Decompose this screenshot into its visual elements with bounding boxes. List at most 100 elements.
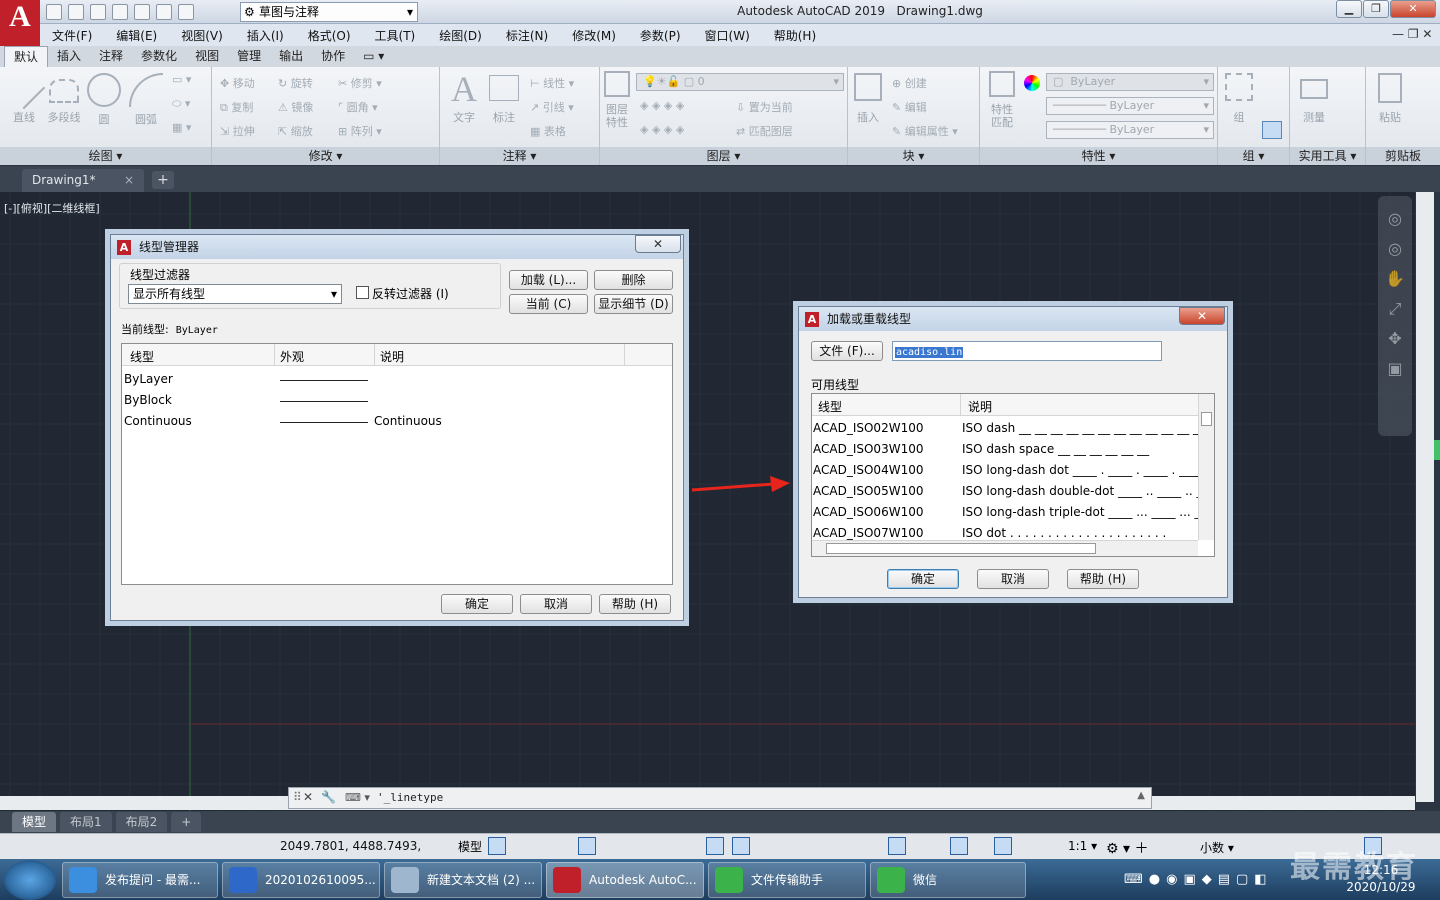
load-button[interactable]: 加载 (L)...	[509, 270, 588, 290]
open-file-icon[interactable]	[68, 4, 84, 20]
text-button[interactable]: A 文字	[446, 69, 482, 125]
panel-clipboard-title[interactable]: 剪贴板	[1366, 147, 1440, 165]
measure-button[interactable]: 测量	[1294, 73, 1334, 125]
annotation-scale[interactable]: 1:1 ▾	[1068, 839, 1097, 853]
polyline-button[interactable]: 多段线	[44, 73, 84, 125]
menu-file[interactable]: 文件(F)	[40, 27, 104, 44]
arc-button[interactable]: 圆弧	[126, 73, 166, 127]
delete-button[interactable]: 删除	[594, 270, 673, 290]
move-button[interactable]: ✥ 移动	[220, 75, 255, 91]
trim-button[interactable]: ✂ 修剪 ▾	[338, 75, 382, 91]
color-wheel-icon[interactable]	[1024, 75, 1040, 91]
panel-utilities-title[interactable]: 实用工具 ▾	[1290, 147, 1365, 165]
osnap-icon[interactable]	[732, 837, 750, 855]
taskbar-item-wechat[interactable]: 微信	[870, 862, 1026, 898]
rotate-button[interactable]: ↻ 旋转	[278, 75, 313, 91]
help-button[interactable]: 帮助 (H)	[1067, 569, 1139, 589]
ribbon-options-toggle[interactable]: ▭ ▾	[354, 46, 393, 67]
group-select-icon[interactable]	[1262, 121, 1282, 139]
layer-tools-icons[interactable]: ◈ ◈ ◈ ◈	[640, 99, 684, 112]
command-line[interactable]: ⠿ ✕ 🔧 ⌨ ▾ '_linetype ▲	[288, 787, 1152, 809]
menu-draw[interactable]: 绘图(D)	[427, 27, 494, 44]
navigation-bar[interactable]: ◎ ◎ ✋ ⤢ ✥ ▣	[1378, 196, 1412, 436]
rectangle-icon[interactable]: ▭ ▾	[172, 73, 191, 86]
paste-button[interactable]: 粘贴	[1370, 73, 1410, 125]
polar-icon[interactable]	[706, 837, 724, 855]
taskbar-item-file-transfer[interactable]: 文件传输助手	[708, 862, 866, 898]
restore-icon[interactable]: ❐	[1363, 0, 1389, 18]
tab-model[interactable]: 模型	[12, 812, 57, 832]
new-tab-button[interactable]: +	[152, 171, 174, 189]
save-icon[interactable]	[90, 4, 106, 20]
panel-group-title[interactable]: 组 ▾	[1218, 147, 1289, 165]
hatch-icon[interactable]: ▦ ▾	[172, 121, 191, 134]
tab-layout2[interactable]: 布局2	[115, 812, 168, 832]
available-linetypes-list[interactable]: 线型 说明 ACAD_ISO02W100 ISO dash __ __ __ __…	[811, 393, 1215, 557]
list-item[interactable]: ACAD_ISO05W100 ISO long-dash double-dot _…	[812, 481, 1214, 502]
panel-block-title[interactable]: 块 ▾	[848, 147, 979, 165]
menu-format[interactable]: 格式(O)	[296, 27, 363, 44]
model-space-toggle[interactable]: 模型	[458, 838, 482, 855]
snap-icon[interactable]	[578, 837, 596, 855]
tab-default[interactable]: 默认	[4, 46, 49, 67]
layer-dropdown[interactable]: 💡☀🔓 ▢ 0 ▾	[636, 73, 844, 91]
tab-layout1[interactable]: 布局1	[60, 812, 112, 832]
command-prompt-icon[interactable]: ⌨ ▾	[345, 791, 370, 804]
stretch-button[interactable]: ⇲ 拉伸	[220, 123, 255, 139]
show-details-button[interactable]: 显示细节 (D)	[594, 294, 673, 314]
file-name-input[interactable]: acadiso.lin	[892, 341, 1162, 361]
file-button[interactable]: 文件 (F)...	[811, 341, 883, 361]
isolate-icon[interactable]	[950, 837, 968, 855]
menu-tools[interactable]: 工具(T)	[363, 27, 428, 44]
tab-view[interactable]: 视图	[186, 46, 228, 67]
save-as-icon[interactable]	[112, 4, 128, 20]
coordinates-readout[interactable]: 2049.7801, 4488.7493, 0.0000	[274, 836, 456, 873]
mirror-button[interactable]: ⚠ 镜像	[278, 99, 313, 115]
document-tab-drawing1[interactable]: Drawing1* ×	[22, 169, 144, 192]
lineweight-dropdown[interactable]: ──────── ByLayer ▾	[1046, 121, 1214, 139]
filter-select[interactable]: 显示所有线型 ▾	[128, 284, 342, 304]
taskbar-item-ie[interactable]: 发布提问 - 最需...	[62, 862, 218, 898]
tab-insert[interactable]: 插入	[48, 46, 90, 67]
menu-parametric[interactable]: 参数(P)	[628, 27, 693, 44]
linetype-list[interactable]: 线型 外观 说明 ByLayer ByBlock Continuous Cont…	[121, 343, 673, 585]
menu-insert[interactable]: 插入(I)	[235, 27, 296, 44]
redo-icon[interactable]	[178, 4, 194, 20]
navigation-icons[interactable]: ◎ ◎ ✋ ⤢ ✥ ▣	[1378, 196, 1412, 384]
customize-icon[interactable]: 🔧	[321, 790, 336, 804]
grid-icon[interactable]	[488, 837, 506, 855]
circle-button[interactable]: 圆	[84, 73, 124, 127]
tab-annotate[interactable]: 注释	[90, 46, 132, 67]
group-button[interactable]: 组	[1222, 73, 1256, 125]
layer-properties-button[interactable]: 图层 特性	[602, 71, 632, 129]
create-block-button[interactable]: ⊕ 创建	[892, 75, 927, 91]
layer-state-icons[interactable]: ◈ ◈ ◈ ◈	[640, 123, 684, 136]
match-properties-button[interactable]: 特性 匹配	[984, 71, 1020, 129]
list-item[interactable]: Continuous Continuous	[122, 411, 672, 432]
match-layer-button[interactable]: ⇄ 匹配图层	[736, 123, 793, 139]
list-vertical-scrollbar[interactable]	[1198, 394, 1214, 540]
taskbar-item-notepad[interactable]: 新建文本文档 (2) ...	[384, 862, 542, 898]
edit-block-button[interactable]: ✎ 编辑	[892, 99, 927, 115]
system-tray-icons[interactable]: ⌨●◉▣◆▤▢◧	[1124, 872, 1273, 887]
new-file-icon[interactable]	[46, 4, 62, 20]
tab-output[interactable]: 输出	[270, 46, 312, 67]
start-button[interactable]	[4, 860, 56, 900]
units-selector[interactable]: 小数 ▾	[1200, 839, 1234, 856]
leader-button[interactable]: ↗ 引线 ▾	[530, 99, 574, 115]
list-item[interactable]: ACAD_ISO03W100 ISO dash space __ __ __ __…	[812, 439, 1214, 460]
doc-window-controls[interactable]: — ❐ ✕	[1392, 27, 1432, 41]
cancel-button[interactable]: 取消	[520, 594, 592, 614]
panel-properties-title[interactable]: 特性 ▾	[980, 147, 1217, 165]
workspace-selector[interactable]: ⚙ 草图与注释 ▾	[240, 2, 418, 22]
gear-icon[interactable]: ⚙ ▾ ＋	[1106, 838, 1148, 858]
tab-collaborate[interactable]: 协作	[312, 46, 354, 67]
color-dropdown[interactable]: ▢ ByLayer ▾	[1046, 73, 1214, 91]
edit-attribute-button[interactable]: ✎ 编辑属性 ▾	[892, 123, 958, 139]
undo-icon[interactable]	[156, 4, 172, 20]
tab-parametric[interactable]: 参数化	[132, 46, 186, 67]
array-button[interactable]: ⊞ 阵列 ▾	[338, 123, 382, 139]
annotation-visibility-icon[interactable]	[994, 837, 1012, 855]
add-layout-button[interactable]: +	[171, 812, 202, 832]
help-button[interactable]: 帮助 (H)	[599, 594, 671, 614]
